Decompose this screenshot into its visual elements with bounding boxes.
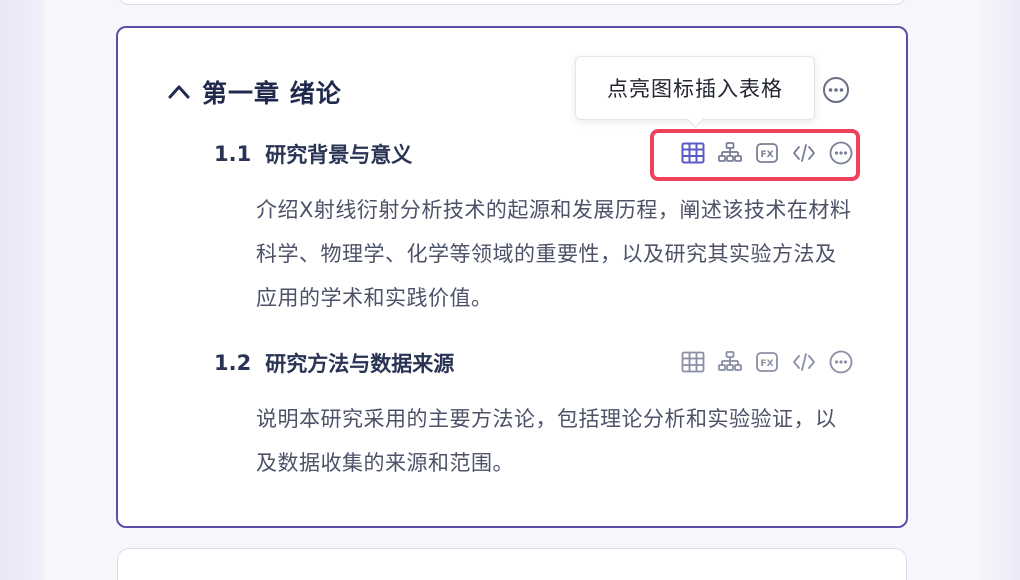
org-chart-icon[interactable] xyxy=(717,349,743,375)
chapter-card: 第一章 绪论 点亮图标插入表格 1.1 研究背景与意义 FX 介绍X射线衍射分析… xyxy=(116,26,908,528)
section-number: 1.2 xyxy=(214,351,252,375)
formula-fx-icon[interactable]: FX xyxy=(754,140,780,166)
org-chart-icon[interactable] xyxy=(717,140,743,166)
section-body-text: 介绍X射线衍射分析技术的起源和发展历程，阐述该技术在材料科学、物理学、化学等领域… xyxy=(256,198,852,310)
previous-card xyxy=(117,0,907,5)
section-1-1: 1.1 研究背景与意义 FX 介绍X射线衍射分析技术的起源和发展历程，阐述该技术… xyxy=(214,136,864,320)
section-number: 1.1 xyxy=(214,142,252,166)
code-icon[interactable] xyxy=(791,349,817,375)
table-icon[interactable] xyxy=(680,349,706,375)
formula-fx-icon[interactable]: FX xyxy=(754,349,780,375)
svg-text:FX: FX xyxy=(760,359,773,369)
chapter-title: 第一章 绪论 xyxy=(202,79,342,108)
table-icon[interactable] xyxy=(680,140,706,166)
code-icon[interactable] xyxy=(791,140,817,166)
section-toolbar: FX xyxy=(680,349,854,375)
next-card xyxy=(117,548,907,580)
more-horizontal-icon[interactable] xyxy=(822,76,850,104)
section-toolbar: FX xyxy=(680,140,854,166)
more-horizontal-icon[interactable] xyxy=(828,349,854,375)
section-title: 研究方法与数据来源 xyxy=(265,352,455,376)
more-horizontal-icon[interactable] xyxy=(828,140,854,166)
section-title: 研究背景与意义 xyxy=(265,143,413,167)
svg-text:FX: FX xyxy=(760,150,773,160)
chapter-header: 第一章 绪论 xyxy=(166,72,342,112)
chevron-up-icon[interactable] xyxy=(166,79,192,105)
section-1-2: 1.2 研究方法与数据来源 FX 说明本研究采用的主要方法论，包括理论分析和实验… xyxy=(214,345,864,485)
section-body-text: 说明本研究采用的主要方法论，包括理论分析和实验验证，以及数据收集的来源和范围。 xyxy=(256,407,837,475)
